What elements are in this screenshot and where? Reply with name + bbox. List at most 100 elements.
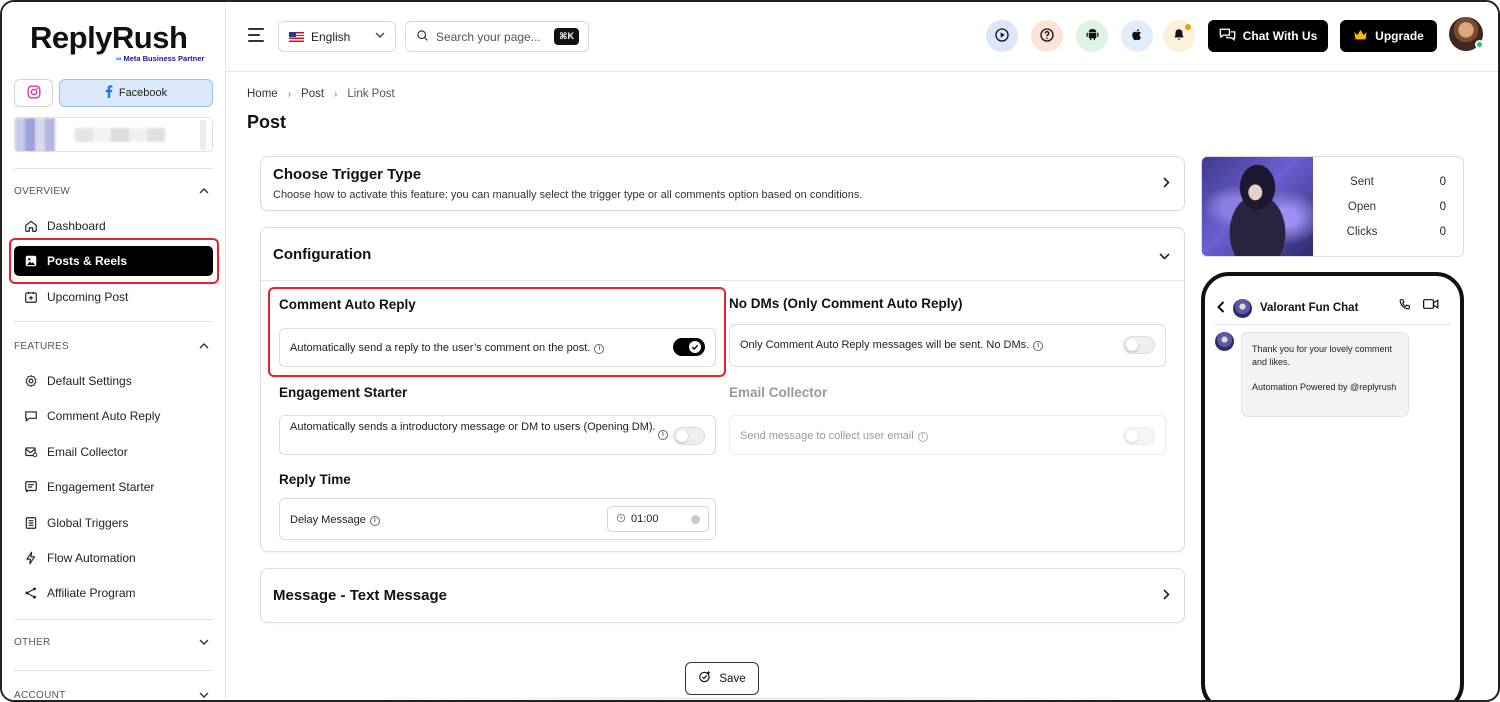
search-placeholder: Search your page... [436, 29, 541, 44]
section-overview[interactable]: OVERVIEW [14, 186, 213, 197]
sidebar-item-dashboard[interactable]: Dashboard [14, 211, 213, 241]
sidebar-item-upcoming-post[interactable]: Upcoming Post [14, 282, 213, 312]
facebook-tab[interactable]: Facebook [59, 79, 213, 107]
account-name-redacted [75, 128, 165, 142]
account-selector[interactable] [14, 117, 213, 152]
breadcrumb: Home › Post › Link Post [247, 88, 395, 100]
configuration-card: Configuration Comment Auto Reply Automat… [260, 227, 1185, 552]
search-input[interactable]: Search your page... ⌘K [405, 21, 589, 52]
sidebar-item-default-settings[interactable]: Default Settings [14, 366, 213, 396]
tutorial-button[interactable] [986, 20, 1018, 52]
gear-icon [24, 374, 38, 388]
chevron-down-icon [199, 690, 209, 700]
post-stats-card: Sent 0 Open 0 Clicks 0 [1201, 156, 1464, 257]
mail-icon [24, 445, 38, 459]
chevron-right-icon [1163, 588, 1170, 603]
comment-auto-reply-label: Comment Auto Reply [279, 297, 416, 312]
facebook-icon [105, 85, 113, 101]
chat-with-us-button[interactable]: Chat With Us [1208, 20, 1328, 52]
no-dms-description: Only Comment Auto Reply messages will be… [740, 339, 1030, 351]
online-status-dot [1475, 40, 1484, 49]
post-thumbnail[interactable] [1202, 157, 1313, 256]
email-collector-option: Send message to collect user email i [729, 415, 1166, 455]
no-dms-toggle[interactable] [1123, 336, 1155, 354]
configuration-title: Configuration [273, 246, 372, 263]
delay-time-input[interactable]: 01:00 [607, 506, 709, 532]
info-icon[interactable]: i [1033, 341, 1044, 351]
sidebar-item-affiliate-program[interactable]: Affiliate Program [14, 578, 213, 608]
engagement-starter-label: Engagement Starter [279, 385, 408, 400]
menu-toggle-icon[interactable] [248, 28, 264, 42]
sidebar-item-comment-auto-reply[interactable]: Comment Auto Reply [14, 401, 213, 431]
trigger-type-card[interactable]: Choose Trigger Type Choose how to activa… [260, 156, 1185, 211]
bell-icon [1172, 27, 1186, 45]
section-other[interactable]: OTHER [14, 637, 213, 648]
comment-icon [24, 409, 38, 423]
chevron-right-icon [1163, 176, 1170, 191]
language-select[interactable]: English [278, 21, 396, 52]
crown-icon [1353, 29, 1368, 44]
user-avatar[interactable] [1449, 17, 1484, 51]
section-account[interactable]: ACCOUNT [14, 690, 213, 700]
no-dms-option: Only Comment Auto Reply messages will be… [729, 324, 1166, 367]
stat-open: Open 0 [1347, 201, 1446, 213]
back-arrow-icon[interactable] [1217, 300, 1225, 316]
account-avatar-redacted [15, 118, 55, 151]
info-icon[interactable]: i [369, 516, 380, 526]
stat-clicks: Clicks 0 [1346, 226, 1446, 238]
calendar-plus-icon [24, 290, 38, 304]
delay-time-value: 01:00 [631, 513, 659, 525]
chat-header: Valorant Fun Chat [1217, 294, 1449, 322]
sidebar-item-flow-automation[interactable]: Flow Automation [14, 543, 213, 573]
engagement-starter-toggle[interactable] [673, 427, 705, 445]
notifications-button[interactable] [1163, 20, 1195, 52]
logo[interactable]: ReplyRush ∞ Meta Business Partner [30, 20, 204, 63]
section-features[interactable]: FEATURES [14, 341, 213, 352]
search-shortcut: ⌘K [554, 28, 579, 45]
meta-partner-badge: ∞ Meta Business Partner [116, 54, 205, 63]
android-app-button[interactable] [1076, 20, 1108, 52]
sidebar-item-email-collector[interactable]: Email Collector [14, 437, 213, 467]
lightning-icon [24, 551, 38, 565]
reply-time-label: Reply Time [279, 472, 351, 487]
ios-app-button[interactable] [1121, 20, 1153, 52]
breadcrumb-post[interactable]: Post [301, 88, 324, 100]
save-button[interactable]: Save [685, 662, 759, 695]
video-icon[interactable] [1423, 298, 1439, 314]
chevron-down-icon[interactable] [1159, 248, 1170, 263]
help-button[interactable] [1031, 20, 1063, 52]
us-flag-icon [289, 31, 304, 42]
upgrade-button[interactable]: Upgrade [1340, 20, 1437, 52]
apple-icon [1130, 27, 1144, 45]
language-value: English [311, 29, 351, 44]
no-dms-label: No DMs (Only Comment Auto Reply) [729, 296, 963, 311]
info-icon[interactable]: i [658, 430, 668, 440]
chevron-down-icon [375, 30, 385, 41]
comment-auto-reply-option: Automatically send a reply to the user’s… [279, 328, 716, 367]
sidebar-item-posts-reels[interactable]: Posts & Reels [14, 246, 213, 276]
facebook-label: Facebook [118, 87, 168, 99]
clock-icon [616, 513, 626, 526]
chevron-up-icon [199, 186, 209, 197]
stat-sent: Sent 0 [1350, 176, 1446, 188]
chevron-down-icon [199, 637, 209, 648]
search-icon [416, 29, 429, 45]
reply-time-option: Delay Message i 01:00 [279, 498, 716, 540]
page-title: Post [247, 112, 287, 132]
comment-auto-reply-toggle[interactable] [673, 338, 705, 356]
sidebar-item-global-triggers[interactable]: Global Triggers [14, 508, 213, 538]
instagram-tab[interactable] [14, 79, 53, 107]
sidebar-item-engagement-starter[interactable]: Engagement Starter [14, 472, 213, 502]
breadcrumb-home[interactable]: Home [247, 88, 278, 100]
message-card[interactable]: Message - Text Message [260, 568, 1185, 623]
home-icon [24, 219, 38, 233]
email-collector-toggle [1123, 427, 1155, 445]
phone-icon[interactable] [1398, 298, 1411, 314]
message-lines-icon [24, 480, 38, 494]
info-icon[interactable]: i [594, 344, 605, 354]
notification-dot [1185, 24, 1191, 30]
chevron-up-icon [199, 341, 209, 352]
info-icon: i [917, 432, 928, 442]
logo-text: ReplyRush [30, 20, 188, 55]
clear-icon[interactable] [691, 515, 700, 524]
